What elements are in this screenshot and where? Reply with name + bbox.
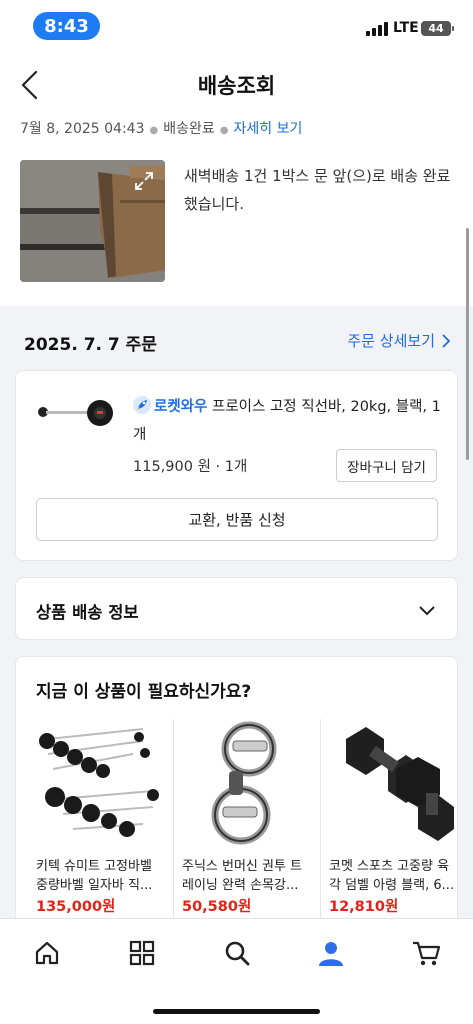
expand-arrows	[135, 172, 153, 190]
recommendations-list: 키텍 슈미트 고정바벨 중량바벨 일자바 직... 135,000원 주닉스 번…	[16, 719, 457, 925]
home-indicator	[153, 1009, 320, 1014]
network-label: LTE	[393, 20, 419, 36]
tab-cart[interactable]	[406, 933, 446, 973]
page-title: 배송조회	[197, 74, 276, 98]
home-icon	[35, 941, 59, 965]
order-detail-link[interactable]: 주문 상세보기	[347, 330, 451, 351]
separator-dot: ●	[149, 125, 159, 136]
tab-my[interactable]	[311, 933, 351, 973]
scrollbar[interactable]	[466, 228, 469, 460]
barbell-image	[38, 400, 113, 426]
shipping-info-title: 상품 배송 정보	[36, 603, 139, 622]
product-title[interactable]: 로켓와우 프로이스 고정 직선바, 20kg, 블랙, 1개	[133, 393, 443, 449]
order-item-card: 로켓와우 프로이스 고정 직선바, 20kg, 블랙, 1개 115,900 원…	[15, 370, 458, 561]
order-section: 2025. 7. 7 주문 주문 상세보기 로켓와우 프로이스 고정 직선바, …	[0, 306, 473, 566]
recommendation-name: 키텍 슈미트 고정바벨 중량바벨 일자바 직...	[36, 859, 153, 893]
product-price: 115,900 원 · 1개	[133, 459, 248, 475]
delivery-meta: 7월 8, 2025 04:43 ● 배송완료 ● 자세히 보기	[20, 118, 302, 138]
tab-category[interactable]	[122, 933, 162, 973]
add-to-cart-button[interactable]: 장바구니 담기	[336, 449, 437, 482]
recommendation-item[interactable]: 코멧 스포츠 고중량 육각 덤벨 아령 블랙, 6... 12,810원	[321, 719, 457, 925]
wrist-roller-image	[211, 721, 277, 845]
clock: 8:43	[33, 12, 100, 40]
search-icon	[225, 941, 250, 966]
recommendation-name: 코멧 스포츠 고중량 육각 덤벨 아령 블랙, 6...	[329, 859, 455, 893]
expand-icon[interactable]	[133, 170, 155, 192]
delivery-status: 배송완료	[163, 121, 215, 137]
battery-icon: 44	[421, 21, 454, 36]
recommendation-name: 주닉스 번머신 권투 트레이닝 완력 손목강...	[182, 859, 303, 893]
detail-link[interactable]: 자세히 보기	[233, 121, 302, 137]
delivery-photo[interactable]	[20, 160, 165, 282]
recommendation-price: 135,000원	[36, 899, 116, 915]
product-image[interactable]	[36, 393, 116, 433]
status-bar: 8:43 LTE 44	[0, 0, 473, 52]
shipping-info-accordion[interactable]: 상품 배송 정보	[15, 577, 458, 640]
rocket-badge	[133, 396, 151, 414]
recommendation-item[interactable]: 주닉스 번머신 권투 트레이닝 완력 손목강... 50,580원	[174, 719, 321, 925]
hex-dumbbell-image	[346, 727, 454, 841]
recommendations-title: 지금 이 상품이 필요하신가요?	[36, 682, 252, 702]
recommendations-section: 지금 이 상품이 필요하신가요? 키텍 슈미트 고정바벨 중량바벨 일자바 직.…	[15, 656, 458, 926]
recommendation-price: 12,810원	[329, 899, 399, 915]
delivery-date: 7월 8, 2025 04:43	[20, 121, 145, 137]
recommendation-price: 50,580원	[182, 899, 252, 915]
category-icon	[129, 940, 155, 966]
chevron-right-icon	[442, 333, 451, 348]
order-date: 2025. 7. 7 주문	[24, 335, 157, 355]
rocket-icon	[133, 396, 151, 414]
signal-icon	[366, 22, 388, 36]
my-icon	[319, 942, 343, 966]
delivery-message: 새벽배송 1건 1박스 문 앞(으)로 배송 완료했습니다.	[184, 167, 451, 213]
cart-icon	[413, 941, 441, 966]
return-exchange-button[interactable]: 교환, 반품 신청	[36, 498, 438, 541]
recommendation-item[interactable]: 키텍 슈미트 고정바벨 중량바벨 일자바 직... 135,000원	[28, 719, 174, 925]
barbell-set-image	[39, 728, 159, 837]
chevron-down-icon	[419, 606, 435, 616]
separator-dot: ●	[219, 125, 229, 136]
tab-home[interactable]	[27, 933, 67, 973]
order-detail-label: 주문 상세보기	[347, 332, 435, 350]
rocket-wow-badge: 로켓와우	[154, 399, 208, 415]
bottom-tab-bar	[0, 918, 473, 1024]
tab-search[interactable]	[217, 933, 257, 973]
delivery-header: 배송조회 7월 8, 2025 04:43 ● 배송완료 ● 자세히 보기 새벽배송 1…	[0, 52, 473, 307]
